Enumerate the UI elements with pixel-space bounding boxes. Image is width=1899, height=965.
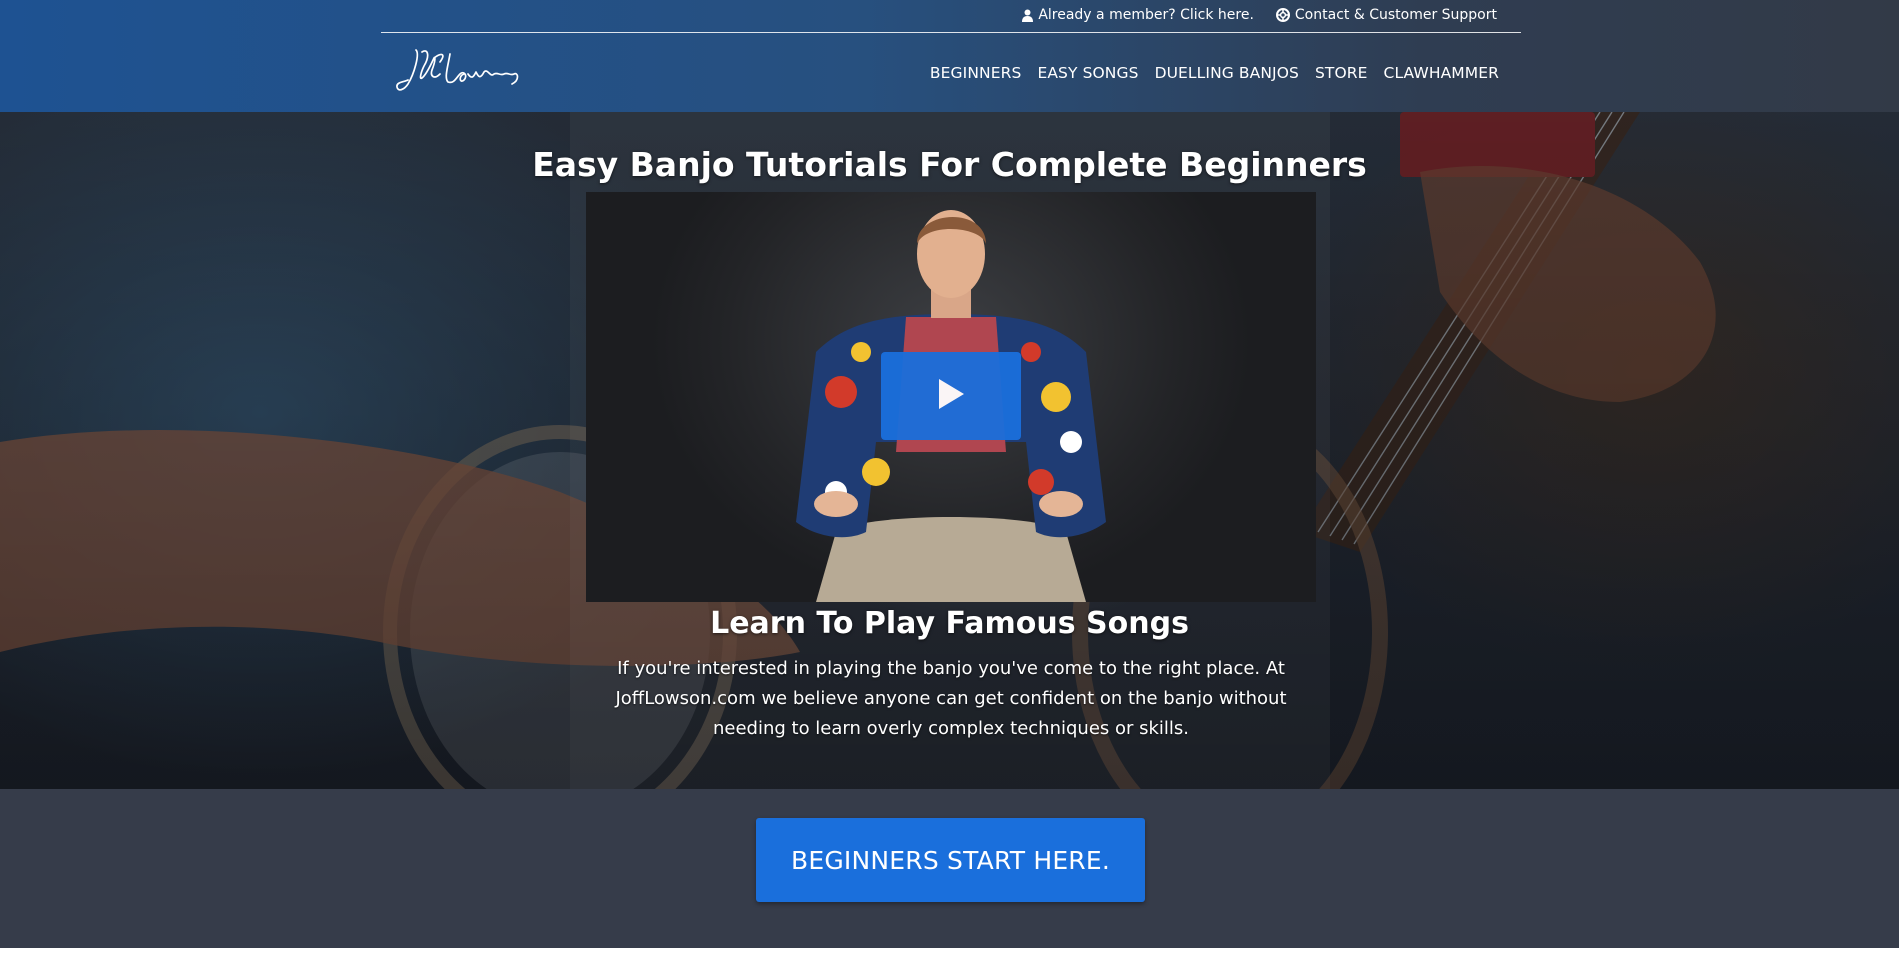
cta-strip: BEGINNERS START HERE. (0, 789, 1899, 948)
main-nav: BEGINNERS EASY SONGS DUELLING BANJOS STO… (930, 64, 1499, 82)
member-login-link[interactable]: Already a member? Click here. (1022, 7, 1254, 23)
user-icon (1022, 9, 1034, 22)
lifebuoy-icon (1275, 8, 1290, 22)
top-links: Already a member? Click here. Contact & … (1022, 7, 1497, 23)
member-login-label: Already a member? Click here. (1038, 7, 1254, 23)
top-bar: Already a member? Click here. Contact & … (381, 0, 1521, 33)
beginners-start-button[interactable]: BEGINNERS START HERE. (756, 818, 1145, 902)
section-subtitle: Learn To Play Famous Songs (710, 606, 1189, 641)
intro-video[interactable] (586, 192, 1316, 602)
support-label: Contact & Customer Support (1294, 7, 1497, 23)
nav-clawhammer[interactable]: CLAWHAMMER (1384, 64, 1499, 82)
site-header: Already a member? Click here. Contact & … (0, 0, 1899, 112)
hero-title: Easy Banjo Tutorials For Complete Beginn… (532, 145, 1367, 184)
nav-store[interactable]: STORE (1315, 64, 1368, 82)
signature-logo[interactable] (394, 44, 524, 102)
hero-section: Easy Banjo Tutorials For Complete Beginn… (0, 112, 1899, 789)
hero-description: If you're interested in playing the banj… (615, 658, 1287, 739)
play-icon (936, 377, 966, 415)
nav-easy-songs[interactable]: EASY SONGS (1037, 64, 1138, 82)
nav-duelling-banjos[interactable]: DUELLING BANJOS (1155, 64, 1299, 82)
nav-beginners[interactable]: BEGINNERS (930, 64, 1022, 82)
play-button[interactable] (881, 352, 1021, 440)
support-link[interactable]: Contact & Customer Support (1275, 7, 1497, 23)
